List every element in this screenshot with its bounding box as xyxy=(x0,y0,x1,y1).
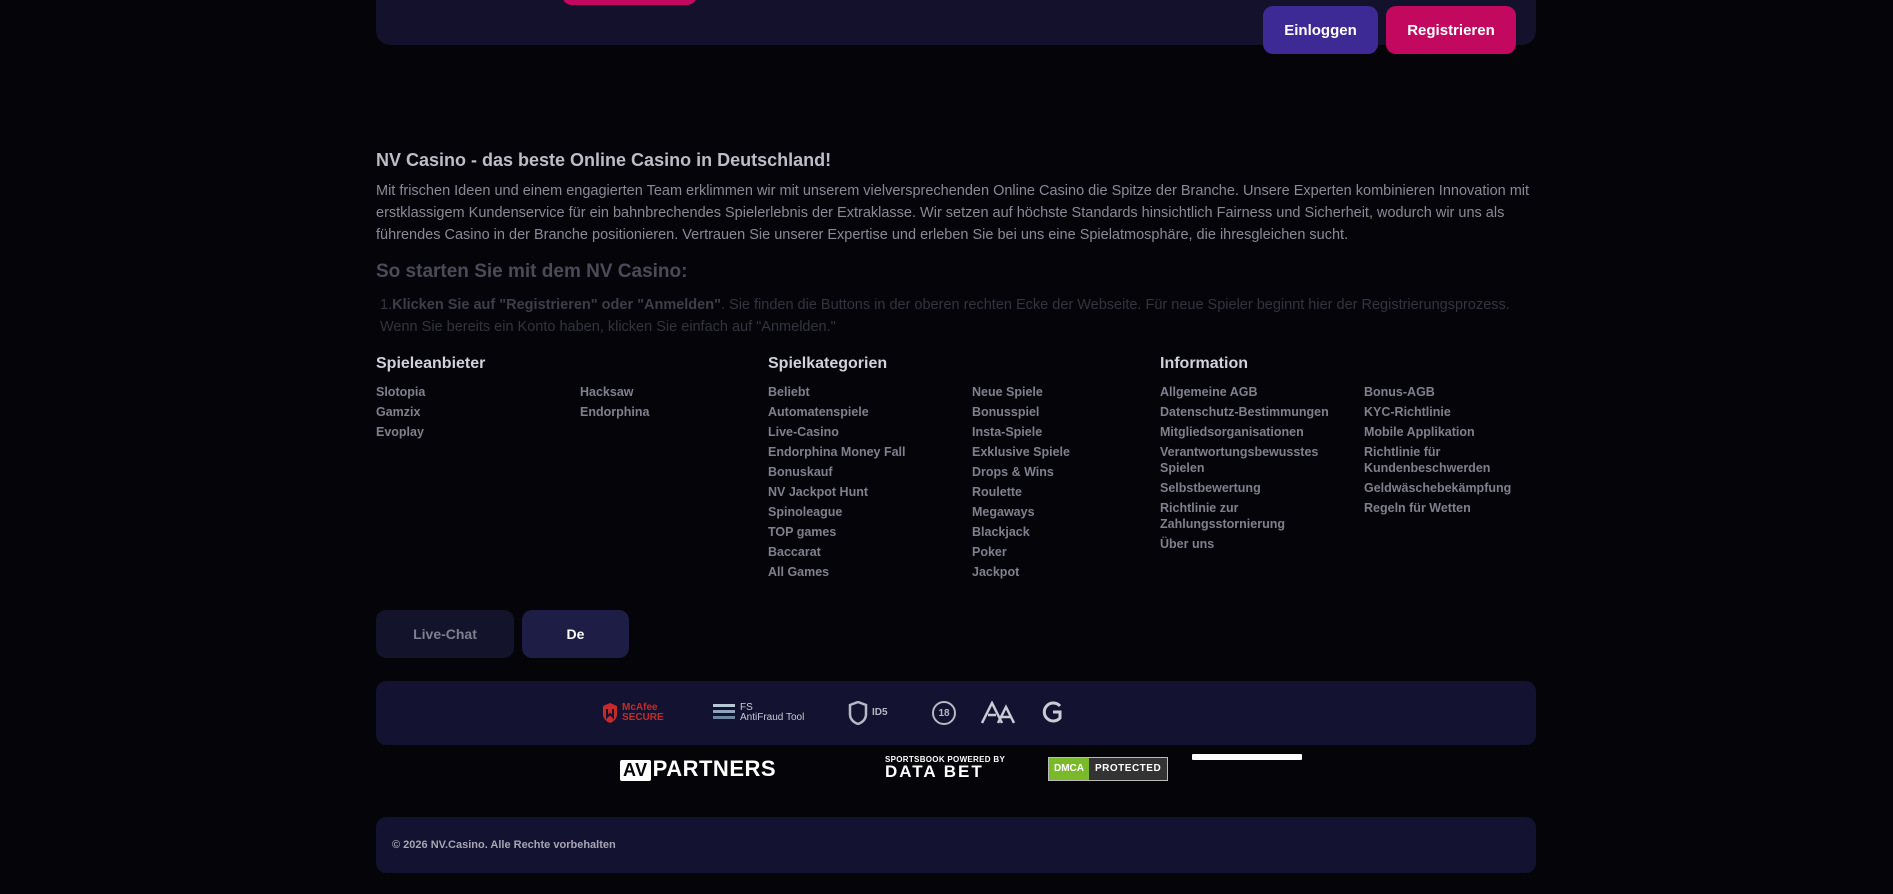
step-bold: Klicken Sie auf "Registrieren" oder "Anm… xyxy=(392,297,721,313)
category-link[interactable]: TOP games xyxy=(768,524,972,540)
category-link[interactable]: Spinoleague xyxy=(768,504,972,520)
age-18-logo: 18 xyxy=(932,699,956,727)
info-link[interactable]: Verantwortungsbewusstes Spielen xyxy=(1160,444,1364,476)
language-button[interactable]: De xyxy=(522,610,629,658)
info-link[interactable]: Regeln für Wetten xyxy=(1364,500,1568,516)
categories-title: Spielkategorien xyxy=(768,355,888,372)
info-link[interactable]: Bonus-AGB xyxy=(1364,384,1568,400)
gamcare-logo xyxy=(1040,699,1064,727)
footer-providers: Spieleanbieter Slotopia Gamzix Evoplay Hac… xyxy=(376,355,784,444)
dmca-left: DMCA xyxy=(1049,758,1089,780)
av-partners-text: PARTNERS xyxy=(652,756,777,781)
mcafee-shield-icon xyxy=(603,703,617,723)
live-chat-button[interactable]: Live-Chat xyxy=(376,610,514,658)
partners-row: AV PARTNERS SPORTSBOOK POWERED BY DATA BE… xyxy=(0,752,1893,782)
info-link[interactable]: Selbstbewertung xyxy=(1160,480,1364,496)
category-link[interactable]: Beliebt xyxy=(768,384,972,400)
info-link[interactable]: Mitgliedsorganisationen xyxy=(1160,424,1364,440)
databet-name: DATA BET xyxy=(885,762,984,781)
av-partners-logo[interactable]: AV PARTNERS xyxy=(620,756,776,782)
certificates-bar: McAfee SECURE FS AntiFraud Tool ID5 18 xyxy=(376,681,1536,745)
category-link[interactable]: Blackjack xyxy=(972,524,1176,540)
provider-link[interactable]: Slotopia xyxy=(376,384,580,400)
category-link[interactable]: Neue Spiele xyxy=(972,384,1176,400)
footer-categories: Spielkategorien Beliebt Automatenspiele Li… xyxy=(768,355,1176,584)
copyright-bar: © 2026 NV.Casino. Alle Rechte vorbehalte… xyxy=(376,817,1536,873)
info-link[interactable]: Richtlinie zur Zahlungsstornierung xyxy=(1160,500,1364,532)
info-link[interactable]: Richtlinie für Kundenbeschwerden xyxy=(1364,444,1568,476)
category-link[interactable]: Jackpot xyxy=(972,564,1176,580)
info-link[interactable]: Datenschutz-Bestimmungen xyxy=(1160,404,1364,420)
step-number: 1. xyxy=(380,297,393,313)
age-18-icon: 18 xyxy=(932,701,956,725)
category-link[interactable]: Drops & Wins xyxy=(972,464,1176,480)
ga-icon xyxy=(980,701,1016,724)
category-link[interactable]: Exklusive Spiele xyxy=(972,444,1176,460)
category-link[interactable]: All Games xyxy=(768,564,972,580)
fs-subtitle: AntiFraud Tool xyxy=(740,712,805,723)
category-link[interactable]: Endorphina Money Fall xyxy=(768,444,972,460)
id5-shield-icon xyxy=(848,701,868,725)
login-button[interactable]: Einloggen xyxy=(1263,6,1378,54)
category-link[interactable]: Bonuskauf xyxy=(768,464,972,480)
info-link[interactable]: Über uns xyxy=(1160,536,1364,552)
info-link[interactable]: Mobile Applikation xyxy=(1364,424,1568,440)
ga-logo xyxy=(980,699,1016,727)
category-link[interactable]: Bonusspiel xyxy=(972,404,1176,420)
fs-antifraud-logo: FS AntiFraud Tool xyxy=(712,699,804,727)
category-link[interactable]: Live-Casino xyxy=(768,424,972,440)
category-link[interactable]: Roulette xyxy=(972,484,1176,500)
dmca-right: PROTECTED xyxy=(1089,758,1168,780)
fs-bars-icon xyxy=(713,704,735,719)
provider-link[interactable]: Evoplay xyxy=(376,424,580,440)
info-link[interactable]: Geldwäschebekämpfung xyxy=(1364,480,1568,496)
seo-subtitle: So starten Sie mit dem NV Casino: xyxy=(376,261,688,282)
provider-link[interactable]: Endorphina xyxy=(580,404,784,420)
category-link[interactable]: Megaways xyxy=(972,504,1176,520)
seo-step: 1.Klicken Sie auf "Registrieren" oder "A… xyxy=(376,294,1538,338)
databet-logo[interactable]: SPORTSBOOK POWERED BY DATA BET xyxy=(885,755,1005,780)
category-link[interactable]: Insta-Spiele xyxy=(972,424,1176,440)
seo-paragraph: Mit frischen Ideen und einem engagierten… xyxy=(376,183,1530,243)
info-link[interactable]: Allgemeine AGB xyxy=(1160,384,1364,400)
info-link[interactable]: KYC-Richtlinie xyxy=(1364,404,1568,420)
id5-text: ID5 xyxy=(872,707,888,718)
provider-link[interactable]: Gamzix xyxy=(376,404,580,420)
category-link[interactable]: Baccarat xyxy=(768,544,972,560)
seo-title: NV Casino - das beste Online Casino in D… xyxy=(376,150,832,170)
providers-title: Spieleanbieter xyxy=(376,355,486,372)
category-link[interactable]: Poker xyxy=(972,544,1176,560)
mcafee-secure: SECURE xyxy=(622,712,664,723)
copyright-text: © 2026 NV.Casino. Alle Rechte vorbehalte… xyxy=(392,839,616,851)
av-partners-mark: AV xyxy=(620,760,651,781)
partner-badge-bar[interactable] xyxy=(1192,754,1302,760)
dmca-badge[interactable]: DMCA PROTECTED xyxy=(1048,757,1169,781)
category-link[interactable]: NV Jackpot Hunt xyxy=(768,484,972,500)
information-title: Information xyxy=(1160,355,1248,372)
footer-information: Information Allgemeine AGB Datenschutz-Be… xyxy=(1160,355,1568,556)
mcafee-secure-logo: McAfee SECURE xyxy=(602,699,664,727)
gamcare-icon xyxy=(1042,701,1062,723)
seo-text-section: NV Casino - das beste Online Casino in D… xyxy=(376,150,1538,338)
category-link[interactable]: Automatenspiele xyxy=(768,404,972,420)
provider-link[interactable]: Hacksaw xyxy=(580,384,784,400)
id5-logo: ID5 xyxy=(848,699,888,727)
header-accent-tab[interactable] xyxy=(562,0,697,5)
register-button[interactable]: Registrieren xyxy=(1386,6,1516,54)
